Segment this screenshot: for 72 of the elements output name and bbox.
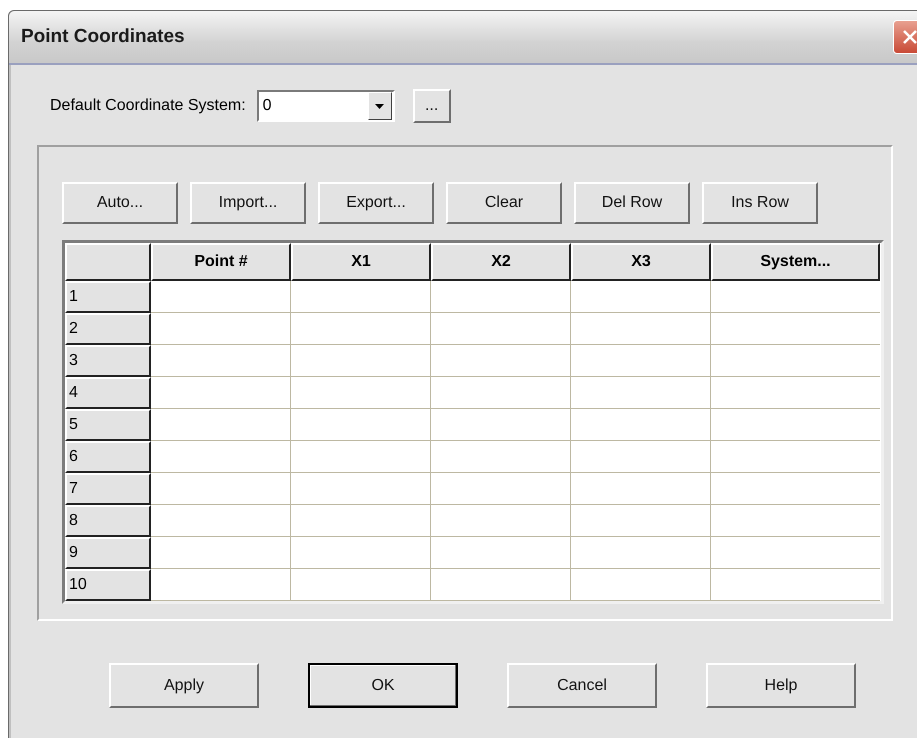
table-cell[interactable] — [151, 473, 291, 505]
table-cell[interactable] — [151, 281, 291, 313]
row-header[interactable]: 5 — [65, 409, 151, 441]
table-cell[interactable] — [431, 473, 571, 505]
close-button[interactable] — [893, 20, 917, 54]
table-cell[interactable] — [151, 377, 291, 409]
table-cell[interactable] — [151, 409, 291, 441]
table-cell[interactable] — [431, 345, 571, 377]
table-cell[interactable] — [291, 345, 431, 377]
toolbar-button[interactable]: Import... — [190, 182, 306, 224]
field-label: Default Coordinate System: — [50, 97, 246, 115]
row-header[interactable]: 8 — [65, 505, 151, 537]
table-cell[interactable] — [571, 409, 711, 441]
column-header[interactable]: X1 — [291, 243, 431, 281]
table-cell[interactable] — [291, 409, 431, 441]
table-cell[interactable] — [571, 441, 711, 473]
row-header[interactable]: 2 — [65, 313, 151, 345]
browse-button[interactable]: ... — [412, 89, 451, 123]
table-cell[interactable] — [431, 313, 571, 345]
table-cell[interactable] — [291, 505, 431, 537]
dialog-button[interactable]: Help — [706, 663, 856, 708]
row-header[interactable]: 4 — [65, 377, 151, 409]
table-cell[interactable] — [431, 441, 571, 473]
window-title: Point Coordinates — [21, 26, 185, 48]
toolbar-button[interactable]: Clear — [446, 182, 562, 224]
table-cell[interactable] — [291, 313, 431, 345]
table-cell[interactable] — [431, 537, 571, 569]
table-cell[interactable] — [291, 473, 431, 505]
table-cell[interactable] — [571, 569, 711, 601]
table-cell[interactable] — [291, 441, 431, 473]
table-cell[interactable] — [291, 377, 431, 409]
table-cell[interactable] — [151, 537, 291, 569]
table-cell[interactable] — [151, 569, 291, 601]
column-header[interactable]: X3 — [571, 243, 711, 281]
table-cell[interactable] — [431, 409, 571, 441]
table-cell[interactable] — [151, 313, 291, 345]
table-cell[interactable] — [151, 441, 291, 473]
table-cell[interactable] — [571, 377, 711, 409]
table-cell[interactable] — [571, 281, 711, 313]
dialog-button[interactable]: Apply — [109, 663, 259, 708]
table-cell[interactable] — [291, 281, 431, 313]
table-cell[interactable] — [291, 569, 431, 601]
table-cell[interactable] — [431, 281, 571, 313]
row-header[interactable]: 6 — [65, 441, 151, 473]
table-cell[interactable] — [151, 345, 291, 377]
row-header[interactable]: 3 — [65, 345, 151, 377]
toolbar-button[interactable]: Export... — [318, 182, 434, 224]
table-cell[interactable] — [571, 473, 711, 505]
table-cell[interactable] — [571, 537, 711, 569]
close-icon — [901, 28, 917, 46]
table-cell[interactable] — [291, 537, 431, 569]
table-cell[interactable] — [571, 313, 711, 345]
column-header[interactable]: Point # — [151, 243, 291, 281]
table-cell[interactable] — [571, 345, 711, 377]
coordinate-system-dropdown[interactable]: 0 — [256, 90, 395, 122]
table-cell[interactable] — [431, 505, 571, 537]
row-header[interactable]: 1 — [65, 281, 151, 313]
dialog-button[interactable]: OK — [308, 663, 458, 708]
toolbar-button[interactable]: Ins Row — [702, 182, 818, 224]
column-header[interactable]: X2 — [431, 243, 571, 281]
row-header[interactable]: 7 — [65, 473, 151, 505]
table-cell[interactable] — [571, 505, 711, 537]
table-cell[interactable] — [151, 505, 291, 537]
row-header[interactable]: 9 — [65, 537, 151, 569]
row-header[interactable]: 10 — [65, 569, 151, 601]
dialog-button[interactable]: Cancel — [507, 663, 657, 708]
table-cell[interactable] — [431, 569, 571, 601]
toolbar-button[interactable]: Auto... — [62, 182, 178, 224]
table-cell[interactable] — [431, 377, 571, 409]
column-header[interactable]: System... — [711, 243, 880, 281]
dropdown-arrow-icon — [375, 104, 384, 108]
toolbar-button[interactable]: Del Row — [574, 182, 690, 224]
